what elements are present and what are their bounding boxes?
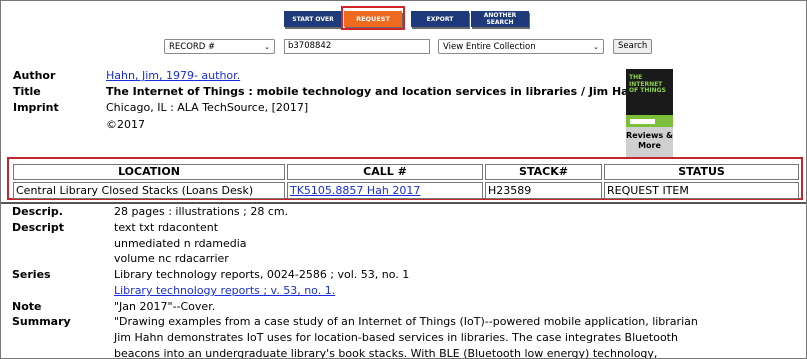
- start-over-label: Start Over: [292, 15, 334, 23]
- descript-value-2: unmediated n rdamedia: [114, 237, 247, 250]
- summary-line-1: "Drawing examples from a case study of a…: [114, 315, 698, 328]
- stack-cell: H23589: [485, 182, 602, 199]
- search-button[interactable]: Search: [613, 39, 653, 54]
- another-search-label: Another Search: [483, 12, 517, 26]
- table-row: Central Library Closed Stacks (Loans Des…: [13, 182, 799, 199]
- descrip-value: 28 pages : illustrations ; 28 cm.: [114, 205, 289, 218]
- reviews-more-link[interactable]: Reviews & More: [626, 127, 673, 157]
- call-no-link[interactable]: TK5105.8857 Hah 2017: [290, 184, 420, 197]
- series-value: Library technology reports, 0024-2586 ; …: [114, 268, 410, 281]
- chevron-down-icon: ⌄: [593, 43, 599, 51]
- summary-line-2: Jim Hahn demonstrates IoT uses for locat…: [114, 331, 678, 344]
- title-value: The Internet of Things : mobile technolo…: [106, 85, 649, 98]
- descript-value-3: volume nc rdacarrier: [114, 252, 229, 265]
- descript-value-1: text txt rdacontent: [114, 221, 219, 234]
- book-cover[interactable]: THE INTERNET OF THINGS Reviews & More: [626, 69, 673, 157]
- start-over-button[interactable]: Start Over: [284, 11, 342, 27]
- chevron-down-icon: ⌄: [264, 43, 270, 51]
- reviews-more-label: Reviews & More: [626, 131, 673, 150]
- scope-value: View Entire Collection: [443, 42, 536, 52]
- search-input[interactable]: b3708842: [284, 39, 430, 54]
- descrip-label: Descrip.: [12, 205, 63, 218]
- request-highlight: [341, 6, 405, 30]
- another-search-button[interactable]: Another Search: [471, 11, 529, 27]
- summary-label: Summary: [12, 315, 71, 328]
- summary-line-3: beacons into an undergraduate library's …: [114, 347, 658, 359]
- cover-title: THE INTERNET OF THINGS: [629, 74, 666, 94]
- note-label: Note: [12, 300, 42, 313]
- title-label: Title: [13, 85, 41, 98]
- export-button[interactable]: Export: [411, 11, 469, 27]
- scope-select[interactable]: View Entire Collection ⌄: [438, 39, 604, 54]
- holdings-header-row: LOCATION CALL # STACK# STATUS: [13, 164, 799, 180]
- imprint-value: Chicago, IL : ALA TechSource, [2017]: [106, 101, 309, 114]
- search-row: RECORD # ⌄ b3708842 View Entire Collecti…: [1, 39, 806, 55]
- descript-label: Descript: [12, 221, 64, 234]
- search-input-value: b3708842: [288, 41, 332, 51]
- export-label: Export: [426, 15, 454, 23]
- col-status: STATUS: [604, 164, 799, 180]
- holdings-table: LOCATION CALL # STACK# STATUS Central Li…: [11, 162, 801, 201]
- search-field-value: RECORD #: [169, 42, 216, 52]
- note-value: "Jan 2017"--Cover.: [114, 300, 216, 313]
- col-location: LOCATION: [13, 164, 285, 180]
- location-cell: Central Library Closed Stacks (Loans Des…: [13, 182, 285, 199]
- imprint-year: ©2017: [106, 118, 145, 131]
- divider: [1, 202, 806, 204]
- series-label: Series: [12, 268, 51, 281]
- cover-image: THE INTERNET OF THINGS: [626, 69, 673, 127]
- author-label: Author: [13, 69, 56, 82]
- series-link[interactable]: Library technology reports ; v. 53, no. …: [114, 284, 335, 297]
- col-stack: STACK#: [485, 164, 602, 180]
- col-call-no: CALL #: [287, 164, 483, 180]
- search-field-select[interactable]: RECORD # ⌄: [164, 39, 275, 54]
- author-link[interactable]: Hahn, Jim, 1979- author.: [106, 69, 240, 82]
- page-frame: Start Over Request Export Another Search…: [0, 0, 807, 359]
- search-button-label: Search: [618, 41, 648, 51]
- cover-white-label: [630, 119, 655, 124]
- imprint-label: Imprint: [13, 101, 59, 114]
- call-no-cell: TK5105.8857 Hah 2017: [287, 182, 483, 199]
- status-cell: REQUEST ITEM: [604, 182, 799, 199]
